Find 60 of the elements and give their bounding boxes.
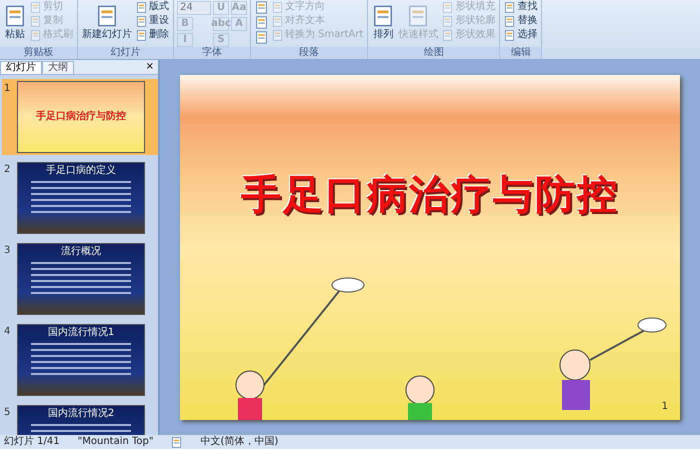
slide-thumbnail[interactable]: 国内流行情况2 xyxy=(17,405,145,435)
slide-number: 2 xyxy=(4,163,12,177)
group-label: 段落 xyxy=(251,47,368,59)
thumbnail-title: 国内流行情况2 xyxy=(48,408,114,420)
slide-thumbnail[interactable]: 国内流行情况1 xyxy=(17,324,145,396)
slide-number: 3 xyxy=(4,244,12,258)
theme-name: "Mountain Top" xyxy=(78,436,154,448)
slide-number: 1 xyxy=(662,400,668,414)
panel-tab[interactable]: 幻灯片 xyxy=(0,60,42,74)
document-icon xyxy=(442,30,454,40)
slide-title: 手足口病治疗与防控 xyxy=(241,171,619,220)
document-icon xyxy=(96,5,118,27)
document-icon xyxy=(136,30,147,40)
slide-thumbnail-row[interactable]: 3 流行概况 xyxy=(2,241,158,317)
document-icon xyxy=(442,2,454,12)
slide-number: 1 xyxy=(4,82,12,96)
thumbnail-title: 国内流行情况1 xyxy=(48,327,114,339)
ribbon-button[interactable]: 删除 xyxy=(135,29,170,41)
language: 中文(简体，中国) xyxy=(200,436,278,448)
ribbon-button[interactable]: 查找 xyxy=(503,1,538,13)
slide-position: 幻灯片 1/41 xyxy=(4,436,60,448)
document-icon xyxy=(272,30,283,40)
slide-thumbnail-row[interactable]: 1 手足口病治疗与防控 xyxy=(2,79,158,155)
group-label: 剪贴板 xyxy=(0,47,77,59)
thumbnail-title: 手足口病的定义 xyxy=(46,165,116,177)
slide-thumbnail-row[interactable]: 5 国内流行情况2 xyxy=(2,403,158,435)
document-icon xyxy=(504,30,516,40)
ribbon-button[interactable]: 粘贴 xyxy=(3,1,27,45)
document-icon xyxy=(372,5,394,27)
document-icon xyxy=(4,5,26,27)
ribbon-button[interactable]: 新建幻灯片 xyxy=(81,1,133,45)
thumbnail-title: 流行概况 xyxy=(61,246,101,258)
document-icon xyxy=(407,5,430,27)
document-icon xyxy=(30,2,41,12)
slide-number: 5 xyxy=(4,406,12,420)
group-label: 幻灯片 xyxy=(78,47,173,59)
document-icon xyxy=(136,16,147,26)
panel-tab[interactable]: 大纲 xyxy=(42,60,74,74)
thumbnail-title: 手足口病治疗与防控 xyxy=(36,111,126,123)
document-icon xyxy=(272,16,283,26)
document-icon xyxy=(442,16,454,26)
document-icon xyxy=(30,30,41,40)
group-label: 绘图 xyxy=(368,47,500,59)
group-label: 编辑 xyxy=(500,47,542,59)
close-button[interactable]: × xyxy=(142,61,158,73)
ribbon-button[interactable]: 选择 xyxy=(503,29,538,41)
document-icon xyxy=(272,2,283,12)
slide-thumbnail[interactable]: 手足口病治疗与防控 xyxy=(17,81,145,153)
slide-thumbnail-row[interactable]: 2 手足口病的定义 xyxy=(2,160,158,236)
ribbon-button[interactable]: 重设 xyxy=(135,15,170,27)
ribbon-button[interactable]: 排列 xyxy=(371,1,396,45)
group-label: 字体 xyxy=(174,47,250,59)
slide-thumbnail[interactable]: 流行概况 xyxy=(17,243,145,315)
ribbon-button[interactable]: 版式 xyxy=(135,1,170,13)
ribbon-button[interactable]: 替换 xyxy=(503,15,538,27)
document-icon xyxy=(30,16,41,26)
slide-number: 4 xyxy=(4,325,12,339)
slide-thumbnail[interactable]: 手足口病的定义 xyxy=(17,162,145,234)
document-icon xyxy=(504,16,516,26)
slide-thumbnail-row[interactable]: 4 国内流行情况1 xyxy=(2,322,158,398)
